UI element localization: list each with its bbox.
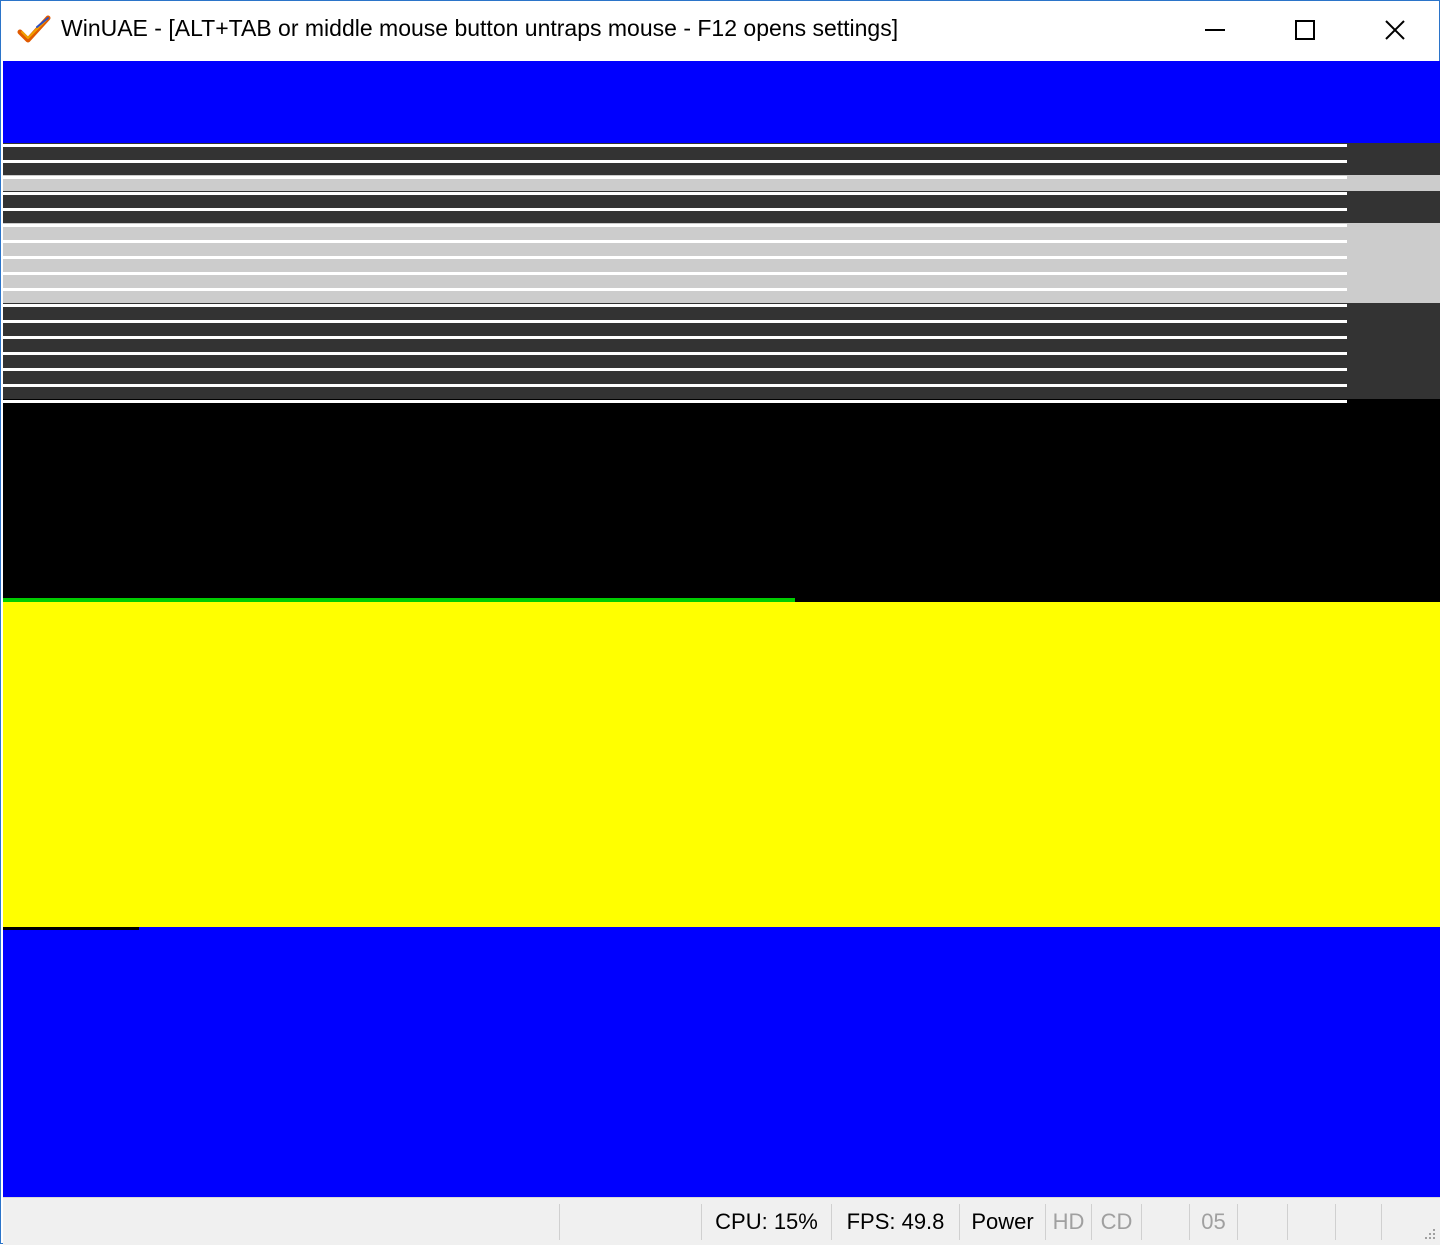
- emulator-display[interactable]: [3, 61, 1440, 1197]
- cd-led[interactable]: CD: [1091, 1204, 1141, 1240]
- stripe-line: [3, 352, 1347, 355]
- status-bar: CPU: 15% FPS: 49.8 Power HD CD 05: [3, 1197, 1440, 1245]
- drive-indicator[interactable]: 05: [1189, 1204, 1237, 1240]
- cpu-indicator: CPU: 15%: [701, 1204, 831, 1240]
- stripe-line: [3, 368, 1347, 371]
- stripe-line: [3, 144, 1347, 147]
- resize-grip-icon[interactable]: [1421, 1225, 1437, 1241]
- close-icon: [1385, 20, 1405, 40]
- status-cell-empty: [1237, 1204, 1287, 1240]
- stripe-line: [3, 288, 1347, 291]
- stripe-line: [3, 272, 1347, 275]
- close-button[interactable]: [1349, 1, 1440, 59]
- hd-led[interactable]: HD: [1045, 1204, 1091, 1240]
- title-bar[interactable]: WinUAE - [ALT+TAB or middle mouse button…: [1, 1, 1439, 59]
- fps-indicator: FPS: 49.8: [831, 1204, 959, 1240]
- stripe-line: [3, 304, 1347, 307]
- status-cell-empty: [1141, 1204, 1189, 1240]
- stripe-line: [3, 384, 1347, 387]
- striped-band: [3, 143, 1440, 403]
- stripe-line: [3, 224, 1347, 227]
- stripe-line: [3, 208, 1347, 211]
- power-led[interactable]: Power: [959, 1204, 1045, 1240]
- maximize-button[interactable]: [1259, 1, 1351, 59]
- stripe-line: [3, 256, 1347, 259]
- black-band: [3, 403, 1440, 599]
- black-line-overlay: [3, 927, 139, 930]
- yellow-band: [3, 602, 1440, 927]
- winuae-window: WinUAE - [ALT+TAB or middle mouse button…: [0, 0, 1440, 1245]
- stripe-line: [3, 320, 1347, 323]
- stripe-line: [3, 240, 1347, 243]
- stripe-line: [3, 160, 1347, 163]
- minimize-icon: [1205, 29, 1225, 31]
- stripe-line: [3, 192, 1347, 195]
- status-cell-empty: [559, 1204, 701, 1240]
- winuae-checkmark-icon: [17, 15, 51, 45]
- status-cell-empty: [1335, 1204, 1381, 1240]
- window-title: WinUAE - [ALT+TAB or middle mouse button…: [61, 15, 899, 41]
- top-blue-band: [3, 61, 1440, 143]
- status-cell-empty: [1287, 1204, 1335, 1240]
- minimize-button[interactable]: [1169, 1, 1261, 59]
- status-cell-empty: [1381, 1204, 1382, 1240]
- maximize-icon: [1295, 20, 1315, 40]
- stripe-line: [3, 176, 1347, 179]
- bottom-blue-band: [3, 927, 1440, 1197]
- stripe-line: [3, 336, 1347, 339]
